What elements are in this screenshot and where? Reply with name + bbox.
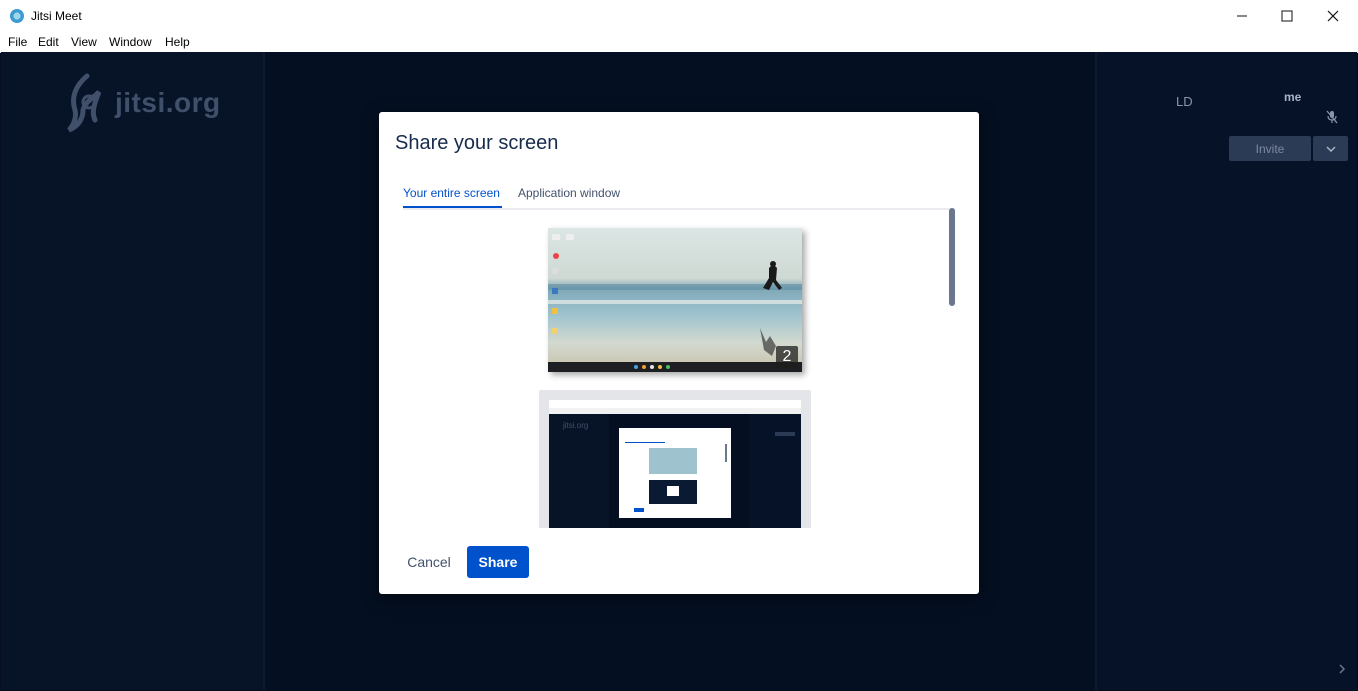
invite-options-button[interactable] [1313, 136, 1348, 161]
close-button[interactable] [1310, 0, 1356, 32]
desktop-preview-image: jitsi.org [549, 400, 801, 528]
window-title: Jitsi Meet [31, 9, 82, 23]
share-screen-dialog: Share your screen Your entire screen App… [379, 112, 979, 594]
minimize-button[interactable] [1219, 0, 1265, 32]
screen-number-badge: 2 [776, 346, 798, 368]
close-icon [1327, 10, 1339, 22]
self-label: me [1284, 90, 1302, 104]
source-list-scrollbar[interactable] [949, 208, 955, 306]
participant-initials: LD [1176, 94, 1193, 109]
cancel-button[interactable]: Cancel [399, 546, 459, 578]
source-list[interactable]: 2 jitsi.org [403, 208, 955, 528]
source-tabs: Your entire screen Application window [403, 184, 955, 210]
menu-help[interactable]: Help [165, 35, 190, 49]
maximize-icon [1281, 10, 1293, 22]
chevron-right-icon[interactable] [1338, 662, 1346, 680]
jitsi-app-icon [10, 9, 24, 23]
svg-text:jitsi.org: jitsi.org [562, 421, 588, 430]
chevron-down-icon [1325, 145, 1336, 152]
menu-edit[interactable]: Edit [38, 35, 59, 49]
tab-application-window[interactable]: Application window [518, 186, 620, 200]
dialog-title: Share your screen [395, 132, 559, 154]
left-stage [1, 52, 263, 690]
menu-bar: File Edit View Window Help [0, 32, 1358, 53]
menu-view[interactable]: View [71, 35, 97, 49]
mic-muted-icon [1326, 110, 1338, 129]
minimize-icon [1237, 15, 1247, 17]
tab-entire-screen[interactable]: Your entire screen [403, 186, 500, 200]
invite-button[interactable]: Invite [1229, 136, 1311, 161]
menu-file[interactable]: File [8, 35, 27, 49]
jitsi-logo-icon [67, 73, 102, 133]
share-button[interactable]: Share [467, 546, 529, 578]
window-titlebar: Jitsi Meet [0, 0, 1358, 33]
maximize-button[interactable] [1264, 0, 1310, 32]
jitsi-logo[interactable]: jitsi.org [65, 72, 221, 134]
screen-source-thumbnail-selected[interactable]: jitsi.org [539, 390, 811, 528]
logo-text: jitsi.org [115, 87, 221, 118]
screen-source-thumbnail[interactable]: 2 [548, 228, 802, 372]
menu-window[interactable]: Window [109, 35, 152, 49]
desktop-preview-image [548, 228, 802, 372]
